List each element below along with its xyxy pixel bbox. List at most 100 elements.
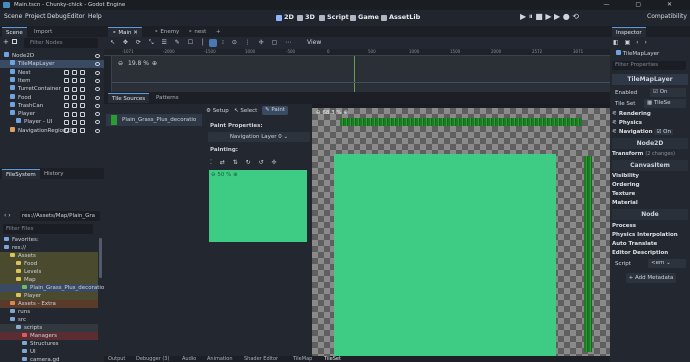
section-physics[interactable]: ⚟ Physics (612, 119, 688, 128)
section-physics-interpolation[interactable]: Physics Interpolation (612, 231, 688, 240)
section-process[interactable]: Process (612, 222, 688, 231)
scene-tab-enemy[interactable]: ⚬ Enemy (150, 27, 183, 37)
group-icon[interactable] (80, 103, 85, 109)
scene-icon[interactable] (72, 128, 77, 134)
bottom-tab-tilemap[interactable]: TileMap (293, 356, 312, 362)
menu-debug[interactable]: Debug (47, 13, 67, 20)
tab-patterns[interactable]: Patterns (152, 93, 183, 103)
scene-icon[interactable] (72, 95, 77, 100)
script-icon[interactable] (64, 86, 69, 92)
add-node-icon[interactable]: + (3, 38, 9, 46)
visibility-eye-icon[interactable] (95, 62, 100, 67)
scene-icon[interactable] (72, 86, 77, 92)
play-buttons[interactable]: ▶ ⏸ ■ ▶ ▶ ● ⟲ (520, 12, 579, 22)
inspector-filter-input[interactable]: Filter Properties (612, 61, 686, 70)
file-row-food[interactable]: Food (0, 260, 98, 268)
script-select[interactable]: <em ⌄ (648, 259, 686, 268)
scene-node-tilemaplayer[interactable]: TileMapLayer (0, 60, 104, 69)
tab-filesystem[interactable]: FileSystem (2, 169, 40, 179)
bottom-tab-debugger-3-[interactable]: Debugger (3) (136, 356, 169, 362)
workspace-script[interactable]: Script (327, 13, 349, 21)
zoom-label[interactable]: 19.8 % (128, 60, 149, 67)
add-metadata-button[interactable]: + Add Metadata (626, 273, 676, 283)
section-navigation[interactable]: ⚟ Navigation ☑ On (612, 128, 688, 137)
navigation-checkbox[interactable]: ☑ On (654, 129, 673, 135)
workspace-2d[interactable]: 2D (284, 13, 294, 21)
workspace-assetlib[interactable]: AssetLib (389, 13, 420, 21)
scene-node-player[interactable]: Player (0, 110, 104, 118)
scene-node-food[interactable]: Food (0, 93, 104, 102)
inspector-object[interactable]: TileMapLayer (612, 50, 686, 59)
file-row-assets[interactable]: Assets (0, 252, 98, 260)
visibility-eye-icon[interactable] (95, 112, 100, 117)
canvas-viewport[interactable]: ⊖ 19.8 % ⊕ (112, 56, 610, 92)
bottom-tab-output[interactable]: Output (108, 356, 125, 362)
scene-node-item[interactable]: Item (0, 76, 104, 85)
script-icon[interactable] (64, 78, 69, 84)
group-icon[interactable] (80, 78, 85, 84)
view-menu[interactable]: View (307, 39, 321, 46)
tile-source-item[interactable]: Plain_Grass_Plus_decoratio (106, 114, 202, 126)
section-editor-description[interactable]: Editor Description (612, 249, 688, 258)
workspace-game[interactable]: Game (358, 13, 379, 21)
group-icon[interactable] (80, 119, 85, 125)
file-row-structures[interactable]: Structures (0, 340, 98, 348)
file-row-src[interactable]: src (0, 316, 98, 324)
scene-tab-main[interactable]: ⚬ Main ✕ (108, 27, 142, 37)
script-icon[interactable] (64, 111, 69, 117)
inspector-nav-icons[interactable]: ◧ ▣ ‹ › (613, 39, 649, 46)
file-row-map[interactable]: Map (0, 276, 98, 284)
tab-import[interactable]: Import (30, 27, 56, 37)
group-icon[interactable] (80, 86, 85, 92)
scene-icon[interactable] (72, 119, 77, 125)
filesystem-scrollbar[interactable] (99, 238, 102, 278)
script-icon[interactable] (64, 70, 69, 76)
section-transform[interactable]: Transform (2 changes) (612, 150, 688, 159)
script-icon[interactable] (64, 103, 69, 109)
scene-node-turretcontainer[interactable]: TurretContainer (0, 85, 104, 93)
menu-editor[interactable]: Editor (67, 13, 85, 20)
scene-icon[interactable] (72, 78, 77, 84)
menu-scene[interactable]: Scene (4, 13, 22, 20)
renderer-select[interactable]: Compatibility (647, 13, 687, 20)
workspace-3d[interactable]: 3D (305, 13, 315, 21)
tab-tile-sources[interactable]: Tile Sources (108, 93, 150, 103)
file-row-managers[interactable]: Managers (0, 332, 98, 340)
file-filter-input[interactable]: Filter Files (3, 224, 93, 234)
section-material[interactable]: Material (612, 199, 688, 208)
filesystem-path[interactable]: res://Assets/Map/Plain_Gra (20, 211, 100, 221)
scene-node-node2d[interactable]: Node2D (0, 52, 104, 60)
section-visibility[interactable]: Visibility (612, 172, 688, 181)
file-row-camera-gd[interactable]: camera.gd (0, 356, 98, 362)
tab-history[interactable]: History (40, 169, 68, 179)
file-row-ui[interactable]: UI (0, 348, 98, 356)
visibility-eye-icon[interactable] (95, 87, 100, 92)
scene-tab-nest[interactable]: ⚬ nest (184, 27, 210, 37)
menu-help[interactable]: Help (88, 13, 102, 20)
select-button[interactable]: ↖ Select (234, 108, 257, 114)
snap-icons[interactable]: ⁝ ⊙ ⋮ ✢ ▢ ⋯ (222, 39, 294, 46)
tool-icons[interactable]: ↖ ✥ ⟳ ⤡ ☰ ✎ ☐ │ (110, 39, 208, 47)
section-ordering[interactable]: Ordering (612, 181, 688, 190)
visibility-eye-icon[interactable] (95, 78, 100, 83)
zoom-out-button[interactable]: ⊖ (118, 60, 123, 67)
atlas-zoom-label[interactable]: ⊖ 68.3 % ⊕ (316, 110, 348, 116)
tab-scene[interactable]: Scene (2, 27, 27, 37)
scene-node-navigationregion2d[interactable]: NavigationRegion2D (0, 126, 104, 135)
file-row-player[interactable]: Player (0, 292, 98, 300)
file-row-assets-extra[interactable]: Assets - Extra (0, 300, 98, 308)
navigation-layer-select[interactable]: Navigation Layer 0 ⌄ (208, 132, 310, 142)
visibility-eye-icon[interactable] (95, 128, 100, 133)
enabled-checkbox[interactable]: ☑ On (650, 88, 686, 97)
file-row-res-[interactable]: res:// (0, 244, 98, 252)
section-texture[interactable]: Texture (612, 190, 688, 199)
scene-icon[interactable] (72, 103, 77, 109)
bottom-tab-animation[interactable]: Animation (207, 356, 233, 362)
scene-icon[interactable] (72, 70, 77, 76)
tab-inspector[interactable]: Inspector (612, 27, 646, 37)
menu-project[interactable]: Project (25, 13, 46, 20)
file-row-levels[interactable]: Levels (0, 268, 98, 276)
group-icon[interactable] (80, 95, 85, 100)
file-row-runs[interactable]: runs (0, 308, 98, 316)
link-icon[interactable] (12, 39, 17, 44)
